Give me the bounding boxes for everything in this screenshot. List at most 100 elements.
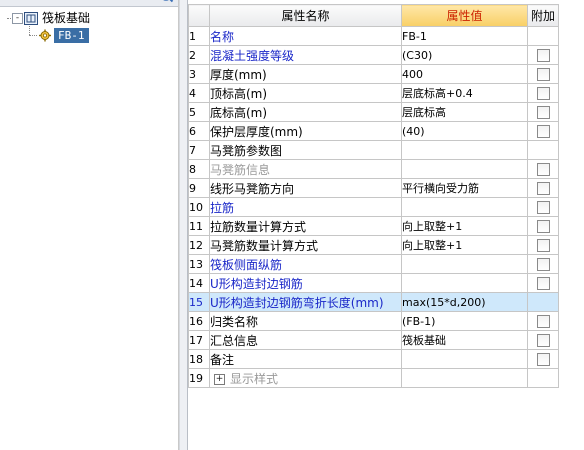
- property-value-cell[interactable]: 层底标高+0.4: [401, 83, 528, 103]
- property-name-label: 马凳筋信息: [210, 162, 271, 177]
- tree-node-fb-1[interactable]: FB-1: [0, 27, 178, 44]
- extra-checkbox[interactable]: [536, 315, 550, 328]
- component-tree-panel: - 筏板基础 FB-1: [0, 0, 179, 450]
- table-row[interactable]: 4 顶标高(m) 层底标高+0.4: [188, 83, 559, 103]
- extra-checkbox[interactable]: [536, 201, 550, 214]
- row-index: 8: [188, 159, 210, 179]
- property-name-cell[interactable]: U形构造封边钢筋弯折长度(mm): [209, 292, 402, 312]
- property-name-label: 厚度(mm): [210, 67, 267, 82]
- property-value-cell[interactable]: 向上取整+1: [401, 235, 528, 255]
- property-name-cell[interactable]: + 显示样式: [209, 368, 402, 388]
- property-value-cell[interactable]: 400: [401, 64, 528, 84]
- extra-column-header[interactable]: 附加: [527, 4, 559, 27]
- property-value-cell[interactable]: [401, 159, 528, 179]
- property-name-cell[interactable]: 厚度(mm): [209, 64, 402, 84]
- property-name-cell[interactable]: 拉筋数量计算方式: [209, 216, 402, 236]
- table-row[interactable]: 11 拉筋数量计算方式 向上取整+1: [188, 216, 559, 236]
- property-name-header[interactable]: 属性名称: [209, 4, 402, 27]
- table-row[interactable]: 14 U形构造封边钢筋: [188, 273, 559, 293]
- tree-node-slab-foundation[interactable]: - 筏板基础: [0, 10, 178, 27]
- table-row[interactable]: 12 马凳筋数量计算方式 向上取整+1: [188, 235, 559, 255]
- table-row[interactable]: 15 U形构造封边钢筋弯折长度(mm) max(15*d,200): [188, 292, 559, 312]
- property-name-cell[interactable]: 混凝土强度等级: [209, 45, 402, 65]
- property-name-cell[interactable]: 马凳筋参数图: [209, 140, 402, 160]
- property-name-label: 名称: [210, 29, 235, 44]
- expand-group-icon[interactable]: +: [214, 373, 225, 385]
- property-name-cell[interactable]: 底标高(m): [209, 102, 402, 122]
- property-name-label: 混凝土强度等级: [210, 48, 295, 63]
- property-rows: 1 名称 FB-1 2 混凝土强度等级 (C30) 3 厚度(mm) 400 4 顶标高(m) 层底标…: [188, 26, 559, 388]
- extra-checkbox[interactable]: [536, 334, 550, 347]
- extra-cell: [527, 64, 559, 84]
- row-index: 19: [188, 368, 210, 388]
- extra-checkbox[interactable]: [536, 68, 550, 81]
- table-row[interactable]: 19 + 显示样式: [188, 368, 559, 388]
- panel-splitter[interactable]: [179, 0, 188, 450]
- table-row[interactable]: 16 归类名称 (FB-1): [188, 311, 559, 331]
- property-value-cell[interactable]: (40): [401, 121, 528, 141]
- table-row[interactable]: 2 混凝土强度等级 (C30): [188, 45, 559, 65]
- property-name-cell[interactable]: 名称: [209, 26, 402, 46]
- property-value-cell[interactable]: 层底标高: [401, 102, 528, 122]
- search-icon[interactable]: [160, 0, 174, 6]
- property-value-cell[interactable]: 向上取整+1: [401, 216, 528, 236]
- property-name-cell[interactable]: 马凳筋数量计算方式: [209, 235, 402, 255]
- table-row[interactable]: 18 备注: [188, 349, 559, 369]
- extra-checkbox[interactable]: [536, 106, 550, 119]
- property-name-cell[interactable]: 备注: [209, 349, 402, 369]
- row-index: 6: [188, 121, 210, 141]
- property-value-cell[interactable]: [401, 349, 528, 369]
- row-index: 10: [188, 197, 210, 217]
- property-value-cell[interactable]: 筏板基础: [401, 330, 528, 350]
- property-name-cell[interactable]: 马凳筋信息: [209, 159, 402, 179]
- extra-checkbox[interactable]: [536, 125, 550, 138]
- extra-checkbox[interactable]: [536, 277, 550, 290]
- property-value-header[interactable]: 属性值: [401, 4, 528, 27]
- extra-checkbox[interactable]: [536, 220, 550, 233]
- extra-cell: [527, 235, 559, 255]
- table-row[interactable]: 3 厚度(mm) 400: [188, 64, 559, 84]
- property-name-cell[interactable]: 筏板侧面纵筋: [209, 254, 402, 274]
- table-row[interactable]: 10 拉筋: [188, 197, 559, 217]
- property-name-label: U形构造封边钢筋: [210, 276, 303, 291]
- property-name-cell[interactable]: 保护层厚度(mm): [209, 121, 402, 141]
- property-name-cell[interactable]: 线形马凳筋方向: [209, 178, 402, 198]
- property-value-cell[interactable]: [401, 197, 528, 217]
- property-value-cell[interactable]: [401, 273, 528, 293]
- table-row[interactable]: 1 名称 FB-1: [188, 26, 559, 46]
- property-value-cell[interactable]: max(15*d,200): [401, 292, 528, 312]
- row-index: 13: [188, 254, 210, 274]
- table-row[interactable]: 8 马凳筋信息: [188, 159, 559, 179]
- property-name-cell[interactable]: 归类名称: [209, 311, 402, 331]
- property-name-cell[interactable]: 拉筋: [209, 197, 402, 217]
- extra-cell: [527, 330, 559, 350]
- extra-checkbox[interactable]: [536, 49, 550, 62]
- table-row[interactable]: 9 线形马凳筋方向 平行横向受力筋: [188, 178, 559, 198]
- property-name-cell[interactable]: U形构造封边钢筋: [209, 273, 402, 293]
- property-name-cell[interactable]: 顶标高(m): [209, 83, 402, 103]
- extra-checkbox[interactable]: [536, 182, 550, 195]
- property-value-cell[interactable]: (C30): [401, 45, 528, 65]
- extra-cell: [527, 197, 559, 217]
- extra-checkbox[interactable]: [536, 239, 550, 252]
- property-value-cell[interactable]: [401, 140, 528, 160]
- property-value-cell[interactable]: [401, 368, 528, 388]
- collapse-toggle[interactable]: -: [12, 13, 23, 24]
- extra-checkbox[interactable]: [536, 87, 550, 100]
- property-value-cell[interactable]: [401, 254, 528, 274]
- table-row[interactable]: 13 筏板侧面纵筋: [188, 254, 559, 274]
- extra-cell: [527, 178, 559, 198]
- property-value-cell[interactable]: FB-1: [401, 26, 528, 46]
- extra-checkbox[interactable]: [536, 163, 550, 176]
- property-value-cell[interactable]: 平行横向受力筋: [401, 178, 528, 198]
- table-row[interactable]: 5 底标高(m) 层底标高: [188, 102, 559, 122]
- property-value-cell[interactable]: (FB-1): [401, 311, 528, 331]
- extra-cell: [527, 45, 559, 65]
- table-row[interactable]: 6 保护层厚度(mm) (40): [188, 121, 559, 141]
- table-row[interactable]: 7 马凳筋参数图: [188, 140, 559, 160]
- extra-checkbox[interactable]: [536, 353, 550, 366]
- table-row[interactable]: 17 汇总信息 筏板基础: [188, 330, 559, 350]
- row-index: 14: [188, 273, 210, 293]
- extra-checkbox[interactable]: [536, 258, 550, 271]
- property-name-cell[interactable]: 汇总信息: [209, 330, 402, 350]
